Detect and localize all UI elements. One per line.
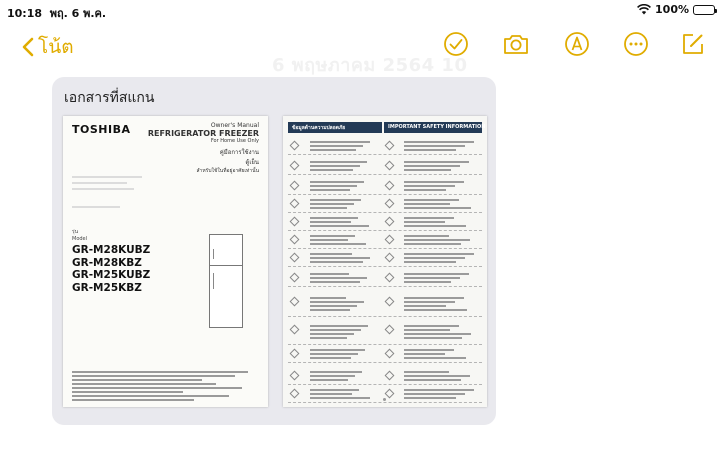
status-right: 100% [637, 3, 717, 16]
status-date: พฤ. 6 พ.ค. [49, 7, 107, 20]
model-name: GR-M25KBZ [72, 281, 142, 294]
safety-row [288, 214, 482, 231]
camera-icon [504, 35, 528, 54]
more-button[interactable] [622, 30, 650, 58]
safety-row [288, 138, 482, 155]
checklist-button[interactable] [442, 30, 470, 58]
safety-row [288, 232, 482, 249]
more-icon [624, 32, 648, 56]
brand-logo: TOSHIBA [72, 123, 131, 136]
model-list: GR-M28KUBZ GR-M28KBZ GR-M25KUBZ GR-M25KB… [72, 244, 150, 294]
safety-header-thai: ข้อมูลด้านความปลอดภัย [288, 122, 382, 133]
manual-heading-line: Owner's Manual [210, 122, 259, 129]
scanned-page-safety[interactable]: ข้อมูลด้านความปลอดภัย IMPORTANT SAFETY I… [283, 116, 487, 407]
checklist-icon [444, 32, 468, 56]
battery-percent: 100% [655, 3, 689, 16]
scanned-document-title: เอกสารที่สแกน [64, 90, 155, 106]
manual-heading: Owner's Manual REFRIGERATOR FREEZER For … [148, 122, 259, 175]
navigation-bar: โน้ต 6 พฤษภาคม 2564 10 [0, 24, 721, 76]
safety-row [288, 196, 482, 213]
manual-heading-thai: สำหรับใช้ในที่อยู่อาศัยเท่านั้น [196, 168, 260, 174]
wifi-icon [637, 4, 651, 15]
compose-button[interactable] [679, 30, 707, 58]
cover-fine-print [72, 371, 257, 403]
manual-heading-thai: คู่มือการใช้งาน [219, 149, 259, 156]
page-number-mark [383, 398, 386, 401]
manual-heading-line: For Home Use Only [210, 138, 259, 144]
camera-button[interactable] [502, 30, 530, 58]
model-name: GR-M25KUBZ [72, 269, 151, 281]
refrigerator-illustration [209, 234, 243, 328]
back-button[interactable]: โน้ต [22, 32, 74, 62]
safety-row [288, 346, 482, 363]
manual-heading-thai: ตู้เย็น [245, 159, 259, 166]
safety-row [288, 270, 482, 287]
note-title-faded: 6 พฤษภาคม 2564 10 [272, 55, 468, 76]
scanned-document-card[interactable]: เอกสารที่สแกน TOSHIBA Owner's Manual REF… [52, 77, 496, 425]
status-bar: 10:18 พฤ. 6 พ.ค. 100% [0, 0, 721, 22]
markup-button[interactable] [563, 30, 591, 58]
manual-heading-line: REFRIGERATOR FREEZER [147, 129, 259, 138]
status-time: 10:18 พฤ. 6 พ.ค. [7, 7, 107, 20]
safety-header-english: IMPORTANT SAFETY INFORMATION [384, 122, 485, 133]
model-name: GR-M28KBZ [72, 256, 142, 269]
safety-row [288, 368, 482, 385]
chevron-left-icon [22, 37, 34, 57]
safety-row [288, 158, 482, 175]
safety-row [288, 178, 482, 195]
safety-row [288, 294, 482, 317]
battery-icon [693, 4, 717, 15]
model-label: รุ่น Model [72, 229, 88, 242]
safety-row [288, 250, 482, 267]
scanned-page-cover[interactable]: TOSHIBA Owner's Manual REFRIGERATOR FREE… [63, 116, 268, 407]
markup-pen-icon [565, 32, 589, 56]
back-label: โน้ต [38, 36, 74, 58]
model-name: GR-M28KUBZ [72, 244, 151, 256]
safety-row [288, 322, 482, 345]
compose-icon [683, 34, 703, 54]
